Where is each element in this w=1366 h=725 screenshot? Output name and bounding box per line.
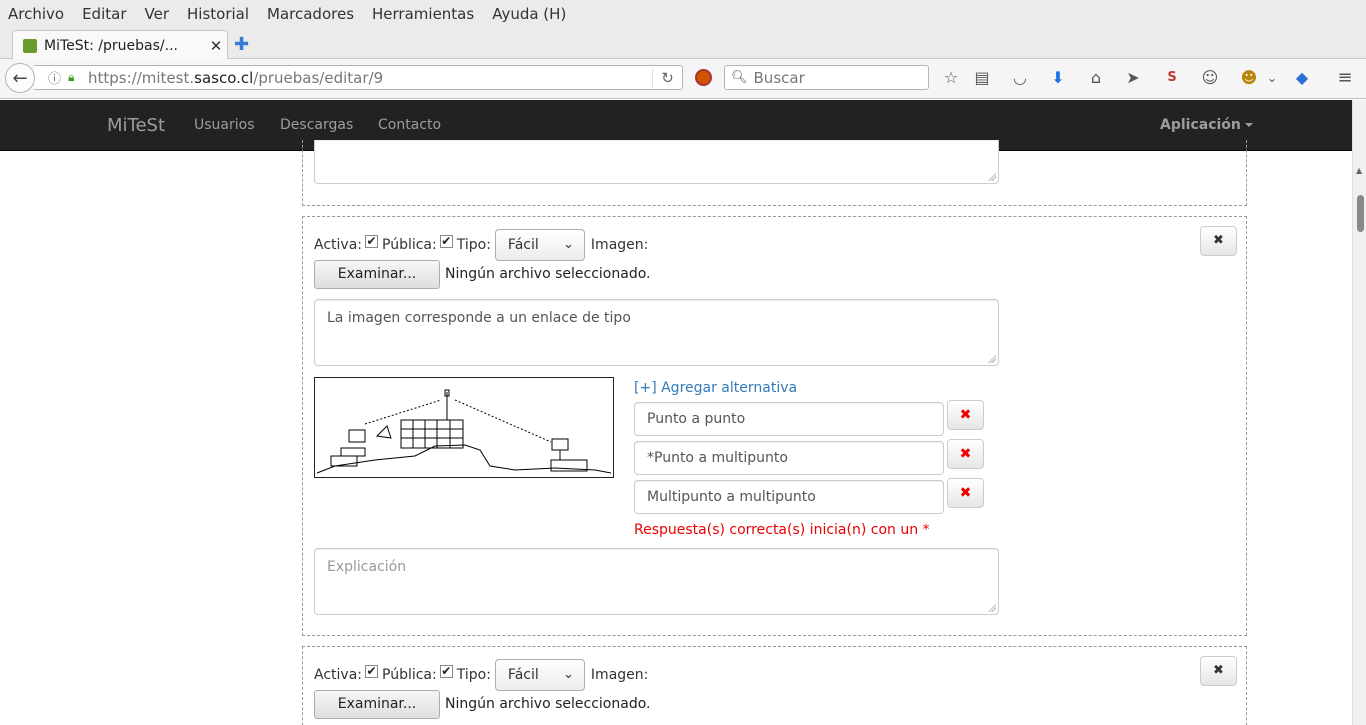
caret-down-icon xyxy=(1244,123,1253,127)
chat-icon[interactable]: ☺ xyxy=(1200,68,1220,88)
close-icon: ✖ xyxy=(1213,663,1224,678)
close-icon: ✖ xyxy=(1213,233,1224,248)
reader-list-icon[interactable]: ▤ xyxy=(972,68,992,88)
close-tab-icon[interactable]: ✕ xyxy=(205,37,227,55)
back-arrow-icon: ← xyxy=(12,67,28,89)
menu-ver[interactable]: Ver xyxy=(145,5,170,23)
extension-blue-icon[interactable]: ◆ xyxy=(1292,68,1312,88)
delete-alternative-2-button[interactable]: ✖ xyxy=(947,439,984,469)
menu-historial[interactable]: Historial xyxy=(187,5,249,23)
hamburger-menu-icon[interactable]: ≡ xyxy=(1335,68,1355,88)
tipo-label: Tipo: xyxy=(456,237,491,253)
question-textarea[interactable]: La imagen corresponde a un enlace de tip… xyxy=(314,299,999,366)
publica-checkbox[interactable]: ✔ xyxy=(439,234,453,248)
home-icon[interactable]: ⌂ xyxy=(1086,68,1106,88)
file-browse-button[interactable]: Examinar... xyxy=(314,260,440,289)
explanation-textarea[interactable]: Explicación xyxy=(314,548,999,615)
search-placeholder: Buscar xyxy=(753,68,805,87)
info-icon[interactable]: ⓘ xyxy=(48,68,68,87)
tipo-label: Tipo: xyxy=(456,667,491,683)
menu-marcadores[interactable]: Marcadores xyxy=(267,5,354,23)
menu-editar[interactable]: Editar xyxy=(82,5,126,23)
menu-archivo[interactable]: Archivo xyxy=(8,5,64,23)
menu-ayuda[interactable]: Ayuda (H) xyxy=(492,5,566,23)
resize-grip-icon xyxy=(988,355,996,363)
alternative-input-2[interactable]: *Punto a multipunto xyxy=(634,441,944,475)
publica-label: Pública: xyxy=(382,667,437,683)
new-tab-icon[interactable]: ✚ xyxy=(234,34,249,55)
close-icon: ✖ xyxy=(959,446,972,462)
scrollbar-thumb[interactable] xyxy=(1357,195,1364,232)
delete-question-button[interactable]: ✖ xyxy=(1200,656,1237,686)
lock-icon: 🔒︎ xyxy=(68,70,75,84)
url-text[interactable]: https://mitest.sasco.cl/pruebas/editar/9 xyxy=(84,69,652,87)
alternative-input-3[interactable]: Multipunto a multipunto xyxy=(634,480,944,514)
activa-checkbox[interactable]: ✔ xyxy=(365,234,378,248)
close-icon: ✖ xyxy=(959,407,972,423)
reload-icon[interactable]: ↻ xyxy=(652,68,682,87)
activa-checkbox[interactable]: ✔ xyxy=(365,664,378,678)
tab-bar: MiTeSt: /pruebas/... ✕ xyxy=(0,28,1366,60)
activa-label: Activa: xyxy=(314,667,362,683)
favicon-icon xyxy=(23,38,37,53)
bookmark-star-icon[interactable]: ☆ xyxy=(941,68,961,88)
url-bar[interactable]: ⓘ 🔒︎ https://mitest.sasco.cl/pruebas/edi… xyxy=(34,65,683,90)
ublock-icon[interactable] xyxy=(695,69,712,86)
close-icon: ✖ xyxy=(959,485,972,501)
previous-textarea[interactable] xyxy=(314,140,999,184)
imagen-label: Imagen: xyxy=(590,237,649,253)
search-box[interactable]: 🔍︎ Buscar xyxy=(724,65,929,90)
publica-label: Pública: xyxy=(382,237,437,253)
delete-alternative-3-button[interactable]: ✖ xyxy=(947,478,984,508)
activa-label: Activa: xyxy=(314,237,362,253)
send-icon[interactable]: ➤ xyxy=(1123,68,1143,88)
nav-descargas[interactable]: Descargas xyxy=(280,117,353,133)
tipo-select[interactable]: Fácil ⌄ xyxy=(494,659,585,691)
delete-question-button[interactable]: ✖ xyxy=(1200,226,1237,256)
correct-answer-hint: Respuesta(s) correcta(s) inicia(n) con u… xyxy=(634,522,930,538)
question-options-row: Activa: ✔ Pública: ✔ Tipo: Fácil ⌄ Imagen… xyxy=(314,229,649,261)
question-card: Activa: ✔ Pública: ✔ Tipo: Fácil ⌄ Imagen… xyxy=(302,216,1247,636)
web-page: MiTeSt Usuarios Descargas Contacto Aplic… xyxy=(0,100,1352,725)
imagen-label: Imagen: xyxy=(590,667,649,683)
add-alternative-link[interactable]: [+] Agregar alternativa xyxy=(634,380,797,396)
resize-grip-icon xyxy=(988,173,996,181)
app-menu-dropdown[interactable]: Aplicación xyxy=(1160,117,1253,133)
tipo-select[interactable]: Fácil ⌄ xyxy=(494,229,585,261)
menu-bar: Archivo Editar Ver Historial Marcadores … xyxy=(0,0,1366,28)
alternative-input-1[interactable]: Punto a punto xyxy=(634,402,944,436)
question-image xyxy=(314,377,614,478)
browser-tab[interactable]: MiTeSt: /pruebas/... ✕ xyxy=(12,30,228,60)
nav-contacto[interactable]: Contacto xyxy=(378,117,441,133)
menu-herramientas[interactable]: Herramientas xyxy=(372,5,474,23)
chevron-down-icon: ⌄ xyxy=(563,667,574,682)
nav-usuarios[interactable]: Usuarios xyxy=(194,117,255,133)
delete-alternative-1-button[interactable]: ✖ xyxy=(947,400,984,430)
back-button[interactable]: ← xyxy=(5,63,35,93)
extension-s-icon[interactable]: S xyxy=(1162,68,1182,88)
tab-title: MiTeSt: /pruebas/... xyxy=(44,37,178,54)
network-diagram-image xyxy=(316,389,612,474)
pocket-icon[interactable]: ◡ xyxy=(1010,68,1030,88)
dropdown-icon[interactable]: ⌄ xyxy=(1262,68,1282,88)
question-card-next: Activa: ✔ Pública: ✔ Tipo: Fácil ⌄ Imagen… xyxy=(302,646,1247,725)
chevron-down-icon: ⌄ xyxy=(563,237,574,252)
scroll-up-icon[interactable]: ▲ xyxy=(1356,166,1362,175)
page-scrollbar[interactable]: ▲ xyxy=(1352,100,1366,725)
search-icon: 🔍︎ xyxy=(731,70,748,85)
file-status: Ningún archivo seleccionado. xyxy=(445,696,651,712)
file-browse-button[interactable]: Examinar... xyxy=(314,690,440,719)
greasemonkey-icon[interactable]: ☻ xyxy=(1239,68,1259,88)
file-status: Ningún archivo seleccionado. xyxy=(445,266,651,282)
question-options-row: Activa: ✔ Pública: ✔ Tipo: Fácil ⌄ Imagen… xyxy=(314,659,649,691)
download-icon[interactable]: ⬇ xyxy=(1048,68,1068,88)
resize-grip-icon xyxy=(988,604,996,612)
brand-logo[interactable]: MiTeSt xyxy=(107,115,165,136)
question-card-previous xyxy=(302,140,1247,206)
publica-checkbox[interactable]: ✔ xyxy=(439,664,453,678)
